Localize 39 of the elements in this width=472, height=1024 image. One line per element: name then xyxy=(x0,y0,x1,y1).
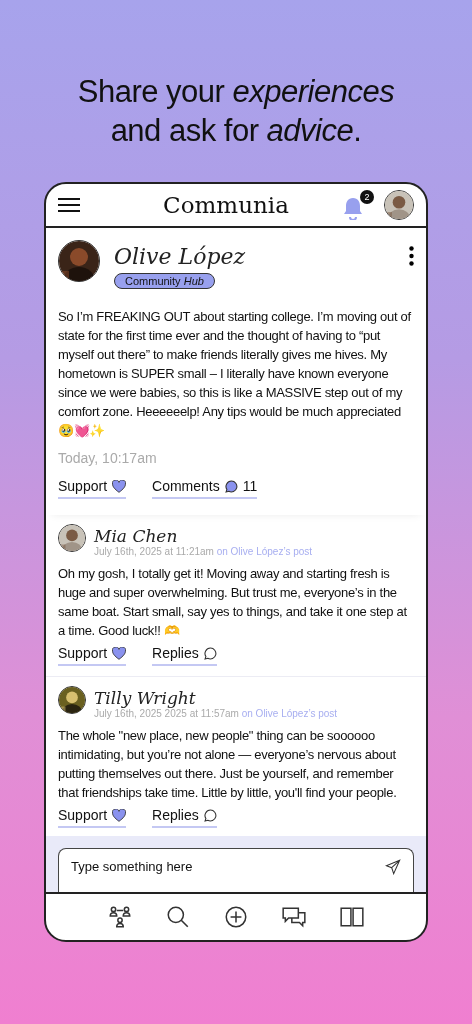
notification-count: 2 xyxy=(360,190,374,204)
commenter-name: Mia Chen xyxy=(94,526,178,546)
message-field[interactable]: Type something here xyxy=(58,848,414,892)
more-options-icon[interactable] xyxy=(409,246,414,266)
comment-date: July 16th, 2025 2025 at 11:57am xyxy=(94,708,239,719)
send-icon[interactable] xyxy=(385,859,401,875)
speech-bubble-icon xyxy=(224,479,238,493)
speech-bubble-icon xyxy=(203,646,217,660)
support-button[interactable]: Support xyxy=(58,645,127,666)
people-icon xyxy=(107,904,133,930)
post-text: So I’m FREAKING OUT about starting college. I’m moving out of state for the first time ever and the thought of having to “put myself out there” to make friends literally gives me hives. My hometown is SUPER small – I literally have known everyone since we were babies, so this is like a MASSIVE step out of my comfort zone. Heeeeeelp! Any tips would be much appreciated 🥹💓✨ xyxy=(58,308,412,440)
commenter-name: Tilly Wright xyxy=(94,688,196,708)
support-button[interactable]: Support xyxy=(58,807,127,828)
heart-icon xyxy=(112,646,127,660)
nav-button[interactable] xyxy=(107,904,133,930)
comments-button[interactable]: Comments 11 xyxy=(152,478,258,499)
comments-count: 11 xyxy=(242,478,258,494)
notification-button[interactable]: 2 xyxy=(342,190,374,220)
heart-icon xyxy=(112,479,127,493)
speech-bubble-icon xyxy=(203,808,217,822)
heart-icon xyxy=(112,808,127,822)
headline: Share your experiences and ask for advice. xyxy=(77,73,395,150)
comment-text: The whole "new place, new people" thing can be soooooo intimidating, but you’re not alone — everyone’s nervous about putting themselves out there. Just be yourself, and remember that friendships take time. Little by little, you'll find your people. xyxy=(58,727,398,802)
replies-button[interactable]: Replies xyxy=(152,645,217,666)
menu-icon xyxy=(58,197,80,213)
nav-button[interactable] xyxy=(223,904,249,930)
app-logo: Communia xyxy=(162,192,290,218)
replies-button[interactable]: Replies xyxy=(152,807,217,828)
bell-icon xyxy=(342,196,364,220)
search-icon xyxy=(165,904,191,930)
support-button[interactable]: Support xyxy=(58,478,127,499)
post-time: Today, 10:17am xyxy=(58,450,158,466)
comment-date: July 16th, 2025 at 11:21am xyxy=(94,546,214,557)
community-tag: Community Hub xyxy=(114,273,215,289)
author-name: Olive López xyxy=(114,244,246,269)
menu-button[interactable] xyxy=(58,197,80,213)
nav-button[interactable] xyxy=(165,904,191,930)
add-icon xyxy=(223,904,249,930)
comment-text: Oh my gosh, I totally get it! Moving away and starting fresh is huge and super overwhelming. But trust me, everyone’s in the same boat. Start small, say yes to things, and take it one step at a time. Good luck!! 🫶 xyxy=(58,565,408,640)
